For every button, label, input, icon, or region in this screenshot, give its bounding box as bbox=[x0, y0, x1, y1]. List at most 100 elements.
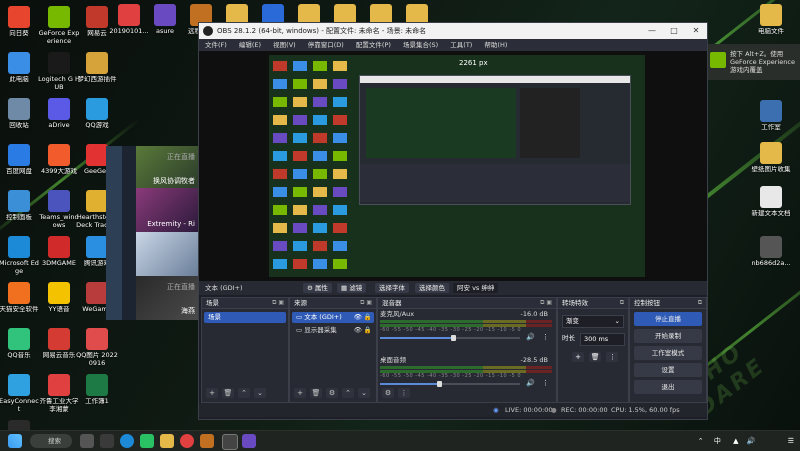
menu-view[interactable]: 视图(V) bbox=[273, 41, 296, 49]
select-color-button[interactable]: 选择颜色 bbox=[415, 283, 449, 293]
menu-edit[interactable]: 编辑(E) bbox=[239, 41, 261, 49]
duration-input[interactable]: 300 ms bbox=[580, 333, 625, 346]
desktop-icon[interactable]: QQ音乐 bbox=[0, 328, 40, 360]
desktop-icon[interactable]: 网易云音乐 bbox=[38, 328, 80, 360]
video-card[interactable]: 正在直播 海燕 bbox=[106, 276, 198, 320]
wechat-icon[interactable] bbox=[140, 434, 154, 448]
add-scene-button[interactable]: + bbox=[206, 388, 218, 398]
desktop-icon[interactable]: 此电脑 bbox=[0, 52, 40, 84]
desktop-icon[interactable]: aDrive bbox=[38, 98, 80, 130]
obs-taskbar-icon[interactable] bbox=[222, 434, 238, 450]
add-source-button[interactable]: + bbox=[294, 388, 306, 398]
minimize-button[interactable]: — bbox=[641, 23, 663, 39]
lock-icon[interactable]: 🔒 bbox=[364, 312, 372, 323]
desktop-icon[interactable]: 壁纸图片收集 bbox=[750, 142, 792, 174]
taskbar-search[interactable]: 搜索 bbox=[30, 434, 72, 448]
video-card[interactable]: 正在直播 换风协调牧者 bbox=[106, 146, 198, 190]
desktop-icon[interactable]: 工作簿1 bbox=[76, 374, 118, 406]
lock-icon[interactable]: 🔒 bbox=[364, 325, 372, 336]
remove-transition-button[interactable]: 🗑 bbox=[589, 352, 602, 362]
volume-slider[interactable]: 🔊 ⋮ bbox=[380, 333, 552, 342]
notification-icon[interactable]: ☰ bbox=[788, 437, 794, 445]
desktop-icon[interactable]: GeForce Experience bbox=[38, 6, 80, 45]
text-content-field[interactable]: 阿安 vs 绅绅 bbox=[453, 283, 499, 293]
maximize-button[interactable]: □ bbox=[663, 23, 685, 39]
select-font-button[interactable]: 选择字体 bbox=[375, 283, 409, 293]
menu-tools[interactable]: 工具(T) bbox=[450, 41, 472, 49]
network-icon[interactable]: ▲ bbox=[733, 437, 738, 445]
desktop-icon[interactable]: Microsoft Edge bbox=[0, 236, 40, 275]
desktop-icon[interactable]: 齐鲁工业大学 李湘蒙 bbox=[38, 374, 80, 413]
desktop-icon[interactable]: 百度网盘 bbox=[0, 144, 40, 176]
mixer-settings-button[interactable]: ⚙ bbox=[382, 388, 394, 398]
desktop-icon[interactable]: QQ游戏 bbox=[76, 98, 118, 130]
input-language[interactable]: 中 bbox=[714, 437, 721, 445]
transition-type-select[interactable]: 渐变 ⌄ bbox=[562, 315, 624, 328]
desktop-icon[interactable]: EasyConnect bbox=[0, 374, 40, 413]
filters-button[interactable]: ▦ 滤镜 bbox=[337, 283, 367, 293]
dock-float-icon[interactable]: ⧉ ▣ bbox=[272, 298, 284, 308]
menu-profile[interactable]: 配置文件(P) bbox=[356, 41, 391, 49]
edge-icon[interactable] bbox=[120, 434, 134, 448]
desktop-icon[interactable]: 4399大游戏 bbox=[38, 144, 80, 176]
menu-help[interactable]: 帮助(H) bbox=[484, 41, 507, 49]
desktop-icon[interactable]: YY语音 bbox=[38, 282, 80, 314]
game-icon[interactable] bbox=[200, 434, 214, 448]
video-card[interactable]: Extremity - Ri bbox=[106, 188, 198, 232]
xbox-icon[interactable] bbox=[100, 434, 114, 448]
visibility-eye-icon[interactable]: 👁 bbox=[354, 312, 362, 323]
desktop-icon[interactable]: QQ图片 20220916 bbox=[76, 328, 118, 367]
scene-item[interactable]: 场景 bbox=[204, 312, 286, 323]
desktop-icon[interactable]: 工作室 bbox=[750, 100, 792, 132]
close-button[interactable]: ✕ bbox=[685, 23, 707, 39]
source-item[interactable]: ▭ 文本 (GDI+) 👁 🔒 bbox=[292, 312, 374, 323]
stop-streaming-button[interactable]: 停止直播 bbox=[634, 312, 702, 326]
desktop-icon[interactable]: 回收站 bbox=[0, 98, 40, 130]
transition-menu-button[interactable]: ⋮ bbox=[606, 352, 619, 362]
move-down-button[interactable]: ⌄ bbox=[358, 388, 370, 398]
source-item[interactable]: ▭ 显示器采集 👁 🔒 bbox=[292, 325, 374, 336]
channel-menu-icon[interactable]: ⋮ bbox=[542, 333, 549, 341]
add-transition-button[interactable]: + bbox=[572, 352, 584, 362]
remove-source-button[interactable]: 🗑 bbox=[310, 388, 322, 398]
menu-file[interactable]: 文件(F) bbox=[205, 41, 227, 49]
photos-icon[interactable] bbox=[242, 434, 256, 448]
move-up-button[interactable]: ⌃ bbox=[238, 388, 250, 398]
move-down-button[interactable]: ⌄ bbox=[254, 388, 266, 398]
preview-canvas[interactable]: 2261 px bbox=[199, 51, 707, 281]
settings-button[interactable]: 设置 bbox=[634, 363, 702, 377]
speaker-icon[interactable]: 🔊 bbox=[526, 333, 535, 341]
dock-float-icon[interactable]: ⧉ bbox=[698, 298, 702, 308]
obs-window[interactable]: OBS 28.1.2 (64-bit, windows) - 配置文件: 未命名… bbox=[198, 22, 708, 420]
desktop-icon[interactable]: Dark and Darker A5 bbox=[0, 420, 40, 430]
windows-start-icon[interactable] bbox=[8, 434, 22, 448]
title-bar[interactable]: OBS 28.1.2 (64-bit, windows) - 配置文件: 未命名… bbox=[199, 23, 707, 39]
studio-mode-button[interactable]: 工作室模式 bbox=[634, 346, 702, 360]
file-explorer-icon[interactable] bbox=[160, 434, 174, 448]
volume-slider[interactable]: 🔊 ⋮ bbox=[380, 379, 552, 388]
menu-scene-collection[interactable]: 场景集合(S) bbox=[403, 41, 438, 49]
tray-chevron-icon[interactable]: ⌃ bbox=[698, 437, 704, 445]
speaker-icon[interactable]: 🔊 bbox=[526, 379, 535, 387]
source-properties-button[interactable]: ⚙ bbox=[326, 388, 338, 398]
desktop-icon[interactable]: Teams_windows bbox=[38, 190, 80, 229]
exit-button[interactable]: 退出 bbox=[634, 380, 702, 394]
remove-scene-button[interactable]: 🗑 bbox=[222, 388, 234, 398]
mixer-menu-button[interactable]: ⋮ bbox=[398, 388, 410, 398]
desktop-icon[interactable]: 天猫安全软件 bbox=[0, 282, 40, 314]
desktop-icon[interactable]: 控制面板 bbox=[0, 190, 40, 222]
desktop-icon[interactable]: nb686d2a... bbox=[750, 236, 792, 268]
geforce-toast[interactable]: 按下 Alt+Z。使用 GeForce Experience 游戏内覆盖 bbox=[706, 44, 800, 80]
desktop-icon[interactable]: 3DMGAME bbox=[38, 236, 80, 268]
start-recording-button[interactable]: 开始录制 bbox=[634, 329, 702, 343]
desktop-icon[interactable]: 向日葵 bbox=[0, 6, 40, 38]
dock-float-icon[interactable]: ⧉ bbox=[620, 298, 624, 308]
menu-docks[interactable]: 停靠窗口(D) bbox=[308, 41, 344, 49]
dock-float-icon[interactable]: ⧉ ▣ bbox=[540, 298, 552, 308]
desktop-icon[interactable]: Logitech G HUB bbox=[38, 52, 80, 91]
video-card[interactable] bbox=[106, 232, 198, 276]
volume-icon[interactable]: 🔊 bbox=[747, 437, 756, 445]
desktop-icon[interactable]: 电脑文件 bbox=[750, 4, 792, 36]
task-view-icon[interactable] bbox=[80, 434, 94, 448]
channel-menu-icon[interactable]: ⋮ bbox=[542, 379, 549, 387]
